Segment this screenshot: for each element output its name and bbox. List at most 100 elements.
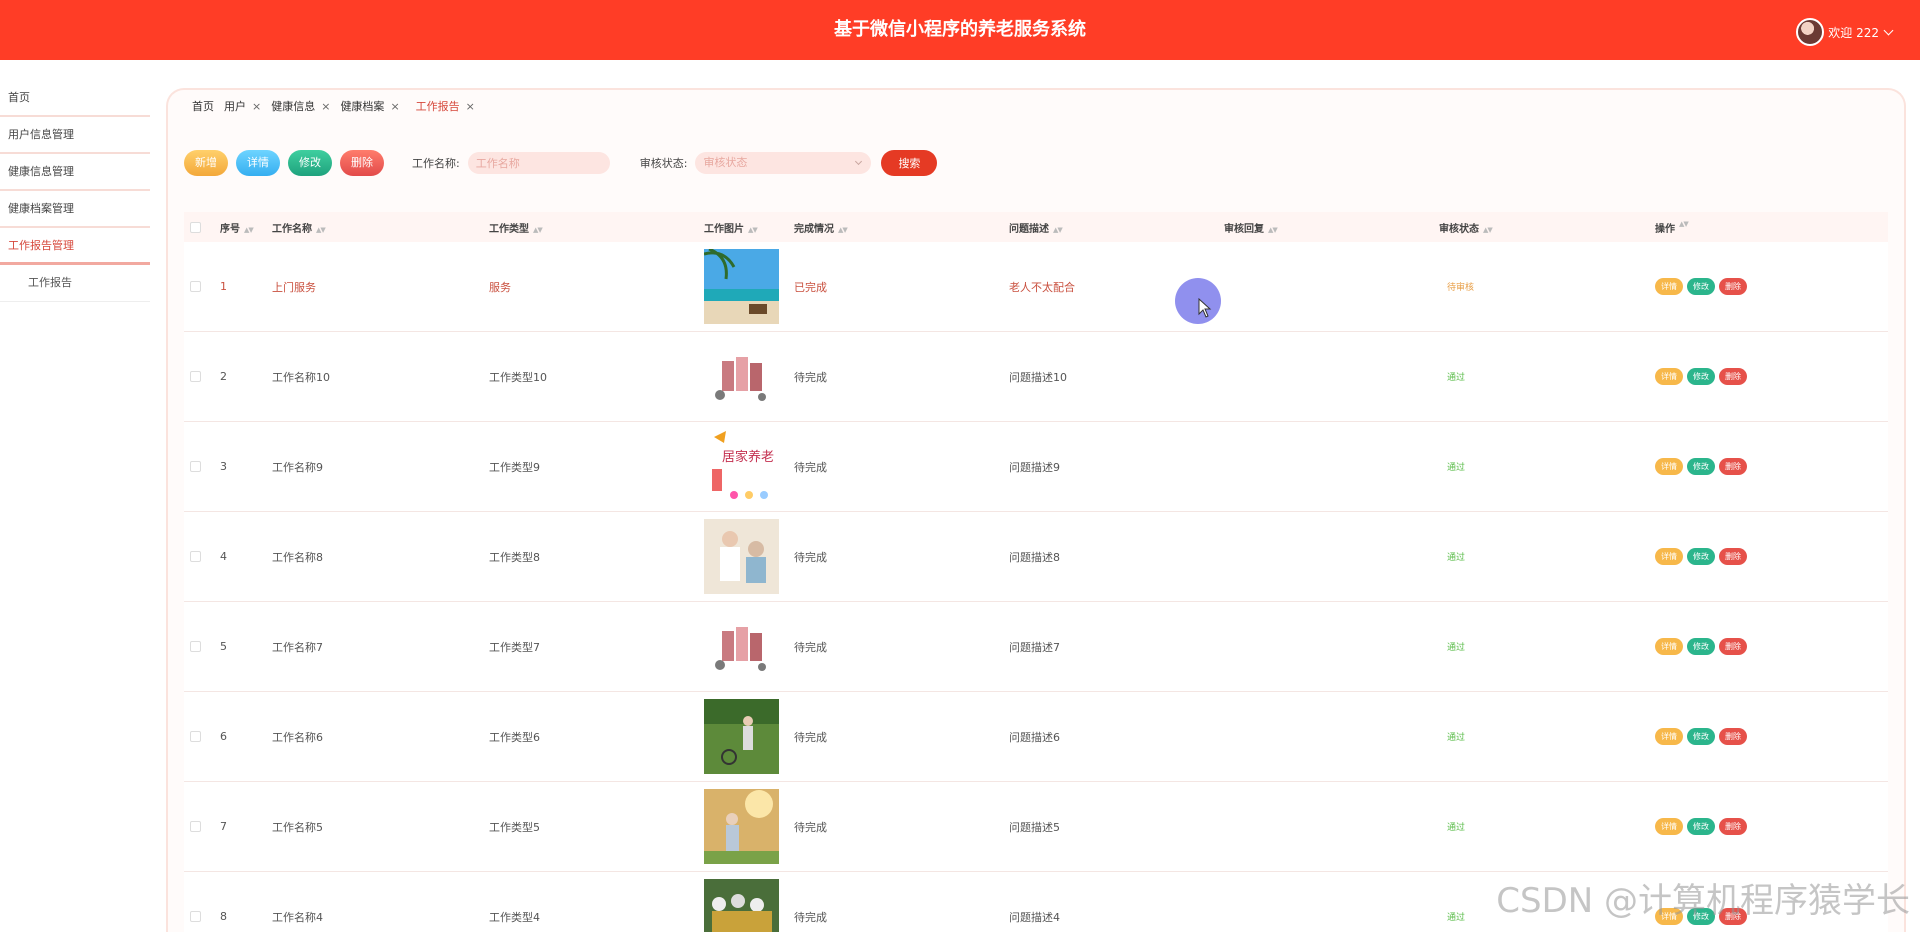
row-delete-button[interactable]: 删除 xyxy=(1719,548,1747,565)
work-name-input[interactable] xyxy=(467,152,610,174)
row-desc: 问题描述4 xyxy=(1009,910,1060,924)
header-desc[interactable]: 问题描述 ▲▼ xyxy=(1009,220,1224,235)
row-image[interactable] xyxy=(704,609,794,684)
row-checkbox[interactable] xyxy=(190,461,201,472)
row-type: 工作类型8 xyxy=(489,550,540,564)
row-delete-button[interactable]: 删除 xyxy=(1719,278,1747,295)
close-icon[interactable]: × xyxy=(321,101,330,112)
row-delete-button[interactable]: 删除 xyxy=(1719,818,1747,835)
table-row[interactable]: 3 工作名称9 工作类型9 居家养老 待完成 问题描述9 通过 详情 修改 删除 xyxy=(184,422,1888,512)
add-button[interactable]: 新增 xyxy=(184,150,228,176)
row-name: 上门服务 xyxy=(272,280,316,294)
table-row[interactable]: 1 上门服务 服务 已完成 老人不太配合 待审核 详情 修改 删除 xyxy=(184,242,1888,332)
search-button[interactable]: 搜索 xyxy=(881,150,938,176)
row-desc: 问题描述9 xyxy=(1009,460,1060,474)
row-image[interactable] xyxy=(704,879,794,932)
row-detail-button[interactable]: 详情 xyxy=(1655,458,1683,475)
row-edit-button[interactable]: 修改 xyxy=(1687,818,1715,835)
table-body: 1 上门服务 服务 已完成 老人不太配合 待审核 详情 修改 删除 2 工作名称10 工作类型10 待完… xyxy=(184,242,1888,932)
sidebar-item-work-report-mgmt[interactable]: 工作报告管理 xyxy=(0,228,150,265)
row-type: 工作类型4 xyxy=(489,910,540,924)
row-checkbox[interactable] xyxy=(190,551,201,562)
close-icon[interactable]: × xyxy=(466,101,475,112)
row-detail-button[interactable]: 详情 xyxy=(1655,728,1683,745)
row-delete-button[interactable]: 删除 xyxy=(1719,728,1747,745)
sort-icon: ▲▼ xyxy=(838,225,848,234)
header-name[interactable]: 工作名称 ▲▼ xyxy=(272,220,489,235)
row-edit-button[interactable]: 修改 xyxy=(1687,458,1715,475)
row-image[interactable] xyxy=(704,339,794,414)
sidebar-item-home[interactable]: 首页 xyxy=(0,80,150,117)
sidebar-subitem-work-report[interactable]: 工作报告 xyxy=(0,265,150,302)
close-icon[interactable]: × xyxy=(390,101,399,112)
status-badge: 通过 xyxy=(1447,733,1466,743)
avatar[interactable] xyxy=(1796,18,1825,46)
status-select[interactable]: 审核状态 xyxy=(695,152,872,174)
table-row[interactable]: 6 工作名称6 工作类型6 待完成 问题描述6 通过 详情 修改 删除 xyxy=(184,692,1888,782)
row-image[interactable] xyxy=(704,699,794,774)
tab-bar: 首页 用户 × 健康信息 × 健康档案 × 工作报告 × xyxy=(192,98,485,114)
row-detail-button[interactable]: 详情 xyxy=(1655,638,1683,655)
row-edit-button[interactable]: 修改 xyxy=(1687,638,1715,655)
row-image[interactable] xyxy=(704,789,794,864)
header-reply[interactable]: 审核回复 ▲▼ xyxy=(1224,220,1439,235)
table-row[interactable]: 4 工作名称8 工作类型8 待完成 问题描述8 通过 详情 修改 删除 xyxy=(184,512,1888,602)
row-type: 服务 xyxy=(489,280,511,294)
delete-button[interactable]: 删除 xyxy=(340,150,384,176)
row-type: 工作类型9 xyxy=(489,460,540,474)
row-edit-button[interactable]: 修改 xyxy=(1687,278,1715,295)
row-checkbox[interactable] xyxy=(190,281,201,292)
row-image[interactable]: 居家养老 xyxy=(704,429,794,504)
tab-work-report[interactable]: 工作报告 × xyxy=(416,98,475,114)
sidebar-item-health-records[interactable]: 健康档案管理 xyxy=(0,191,150,228)
row-type: 工作类型7 xyxy=(489,640,540,654)
row-checkbox[interactable] xyxy=(190,641,201,652)
row-detail-button[interactable]: 详情 xyxy=(1655,368,1683,385)
table-row[interactable]: 5 工作名称7 工作类型7 待完成 问题描述7 通过 详情 修改 删除 xyxy=(184,602,1888,692)
tab-user[interactable]: 用户 × xyxy=(224,98,261,114)
user-menu[interactable]: 欢迎 222 xyxy=(1796,18,1894,46)
row-type: 工作类型10 xyxy=(489,370,547,384)
row-detail-button[interactable]: 详情 xyxy=(1655,278,1683,295)
row-no: 7 xyxy=(220,820,227,833)
row-edit-button[interactable]: 修改 xyxy=(1687,368,1715,385)
sidebar-item-health-info[interactable]: 健康信息管理 xyxy=(0,154,150,191)
close-icon[interactable]: × xyxy=(252,101,261,112)
table-row[interactable]: 7 工作名称5 工作类型5 待完成 问题描述5 通过 详情 修改 删除 xyxy=(184,782,1888,872)
sort-icon: ▲▼ xyxy=(1679,219,1689,228)
toolbar: 新增 详情 修改 删除 工作名称: 审核状态: 审核状态 搜索 xyxy=(184,150,938,176)
row-image[interactable] xyxy=(704,249,794,324)
status-badge: 通过 xyxy=(1447,823,1466,833)
row-edit-button[interactable]: 修改 xyxy=(1687,548,1715,565)
row-checkbox[interactable] xyxy=(190,821,201,832)
row-delete-button[interactable]: 删除 xyxy=(1719,458,1747,475)
row-desc: 问题描述6 xyxy=(1009,730,1060,744)
tab-health-info[interactable]: 健康信息 × xyxy=(271,98,330,114)
table-row[interactable]: 2 工作名称10 工作类型10 待完成 问题描述10 通过 详情 修改 删除 xyxy=(184,332,1888,422)
row-delete-button[interactable]: 删除 xyxy=(1719,638,1747,655)
row-edit-button[interactable]: 修改 xyxy=(1687,728,1715,745)
tab-home[interactable]: 首页 xyxy=(192,98,214,114)
select-all-checkbox[interactable] xyxy=(190,221,201,233)
row-checkbox[interactable] xyxy=(190,371,201,382)
row-name: 工作名称7 xyxy=(272,640,323,654)
header-image[interactable]: 工作图片 ▲▼ xyxy=(704,220,794,235)
row-name: 工作名称8 xyxy=(272,550,323,564)
row-desc: 问题描述5 xyxy=(1009,820,1060,834)
header-type[interactable]: 工作类型 ▲▼ xyxy=(489,220,704,235)
row-image[interactable] xyxy=(704,519,794,594)
row-delete-button[interactable]: 删除 xyxy=(1719,368,1747,385)
row-checkbox[interactable] xyxy=(190,911,201,922)
row-detail-button[interactable]: 详情 xyxy=(1655,818,1683,835)
detail-button[interactable]: 详情 xyxy=(236,150,280,176)
header-status[interactable]: 审核状态 ▲▼ xyxy=(1439,220,1655,235)
header-done[interactable]: 完成情况 ▲▼ xyxy=(794,220,1009,235)
edit-button[interactable]: 修改 xyxy=(288,150,332,176)
header-ops[interactable]: 操作 ▲▼ xyxy=(1655,220,1888,235)
sidebar-item-user-info[interactable]: 用户信息管理 xyxy=(0,117,150,154)
chevron-down-icon[interactable] xyxy=(1883,25,1894,35)
row-detail-button[interactable]: 详情 xyxy=(1655,548,1683,565)
header-no[interactable]: 序号 ▲▼ xyxy=(220,220,272,235)
row-checkbox[interactable] xyxy=(190,731,201,742)
tab-health-records[interactable]: 健康档案 × xyxy=(340,98,399,114)
